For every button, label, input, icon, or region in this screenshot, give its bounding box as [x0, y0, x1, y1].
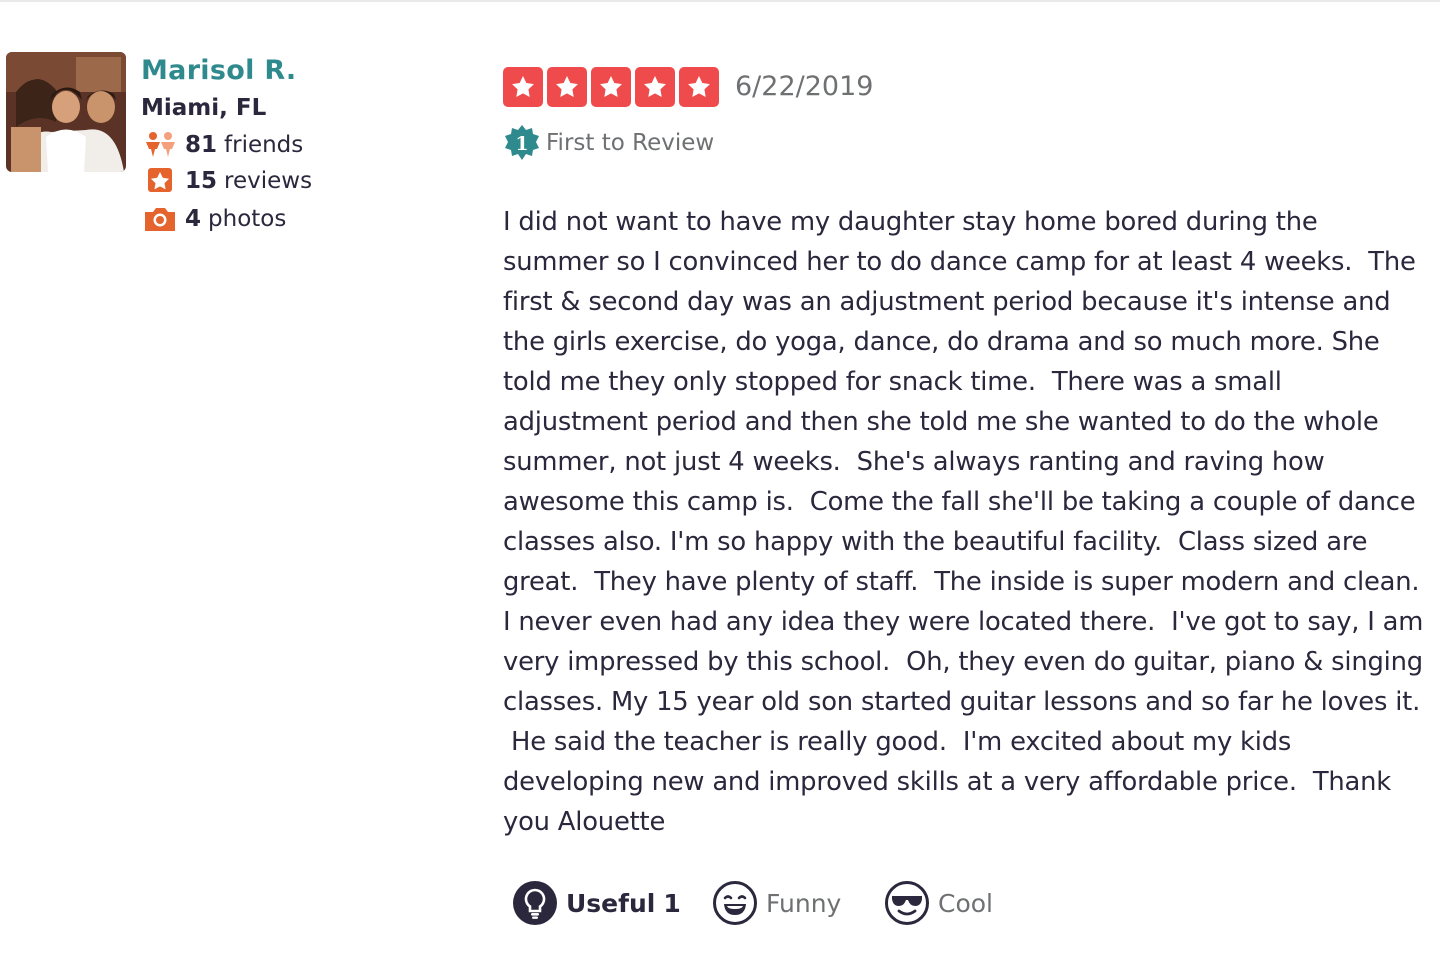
- friends-icon: [144, 131, 176, 159]
- rating-star: [503, 67, 543, 107]
- cool-label: Cool: [938, 888, 993, 918]
- first-to-review-badge: 1 First to Review: [503, 124, 714, 162]
- friends-label: friends: [224, 132, 304, 158]
- divider: [0, 0, 1440, 2]
- reviews-number: 15: [185, 168, 218, 194]
- sunglasses-face-icon: [884, 880, 930, 926]
- reaction-buttons: Useful 1 Funny Cool: [512, 880, 993, 926]
- user-avatar[interactable]: [6, 52, 126, 172]
- user-name-link[interactable]: Marisol R.: [141, 55, 296, 86]
- lightbulb-icon: [512, 880, 558, 926]
- rating-star: [591, 67, 631, 107]
- camera-icon: [144, 205, 176, 233]
- cool-button[interactable]: Cool: [884, 880, 993, 926]
- badge-number: 1: [515, 133, 528, 155]
- photos-count: 4 photos: [144, 205, 286, 233]
- badge-icon: 1: [503, 124, 541, 162]
- funny-label: Funny: [766, 888, 842, 918]
- laughing-face-icon: [712, 880, 758, 926]
- reviews-label: reviews: [224, 168, 313, 194]
- useful-label: Useful: [566, 888, 656, 918]
- review-date: 6/22/2019: [735, 71, 874, 102]
- rating-star: [679, 67, 719, 107]
- review-card: Marisol R. Miami, FL 81 friends 15 revie…: [0, 0, 1440, 954]
- rating-star: [547, 67, 587, 107]
- star-rating: [503, 67, 719, 107]
- useful-button[interactable]: Useful 1: [512, 880, 712, 926]
- review-body: I did not want to have my daughter stay …: [503, 207, 1424, 837]
- photos-label: photos: [208, 206, 287, 232]
- user-location: Miami, FL: [141, 95, 267, 121]
- rating-star: [635, 67, 675, 107]
- star-icon: [144, 167, 176, 195]
- funny-button[interactable]: Funny: [712, 880, 884, 926]
- friends-count: 81 friends: [144, 131, 303, 159]
- friends-number: 81: [185, 132, 218, 158]
- reviews-count: 15 reviews: [144, 167, 312, 195]
- badge-label: First to Review: [546, 130, 715, 156]
- photos-number: 4: [185, 206, 202, 232]
- useful-count: 1: [663, 888, 681, 918]
